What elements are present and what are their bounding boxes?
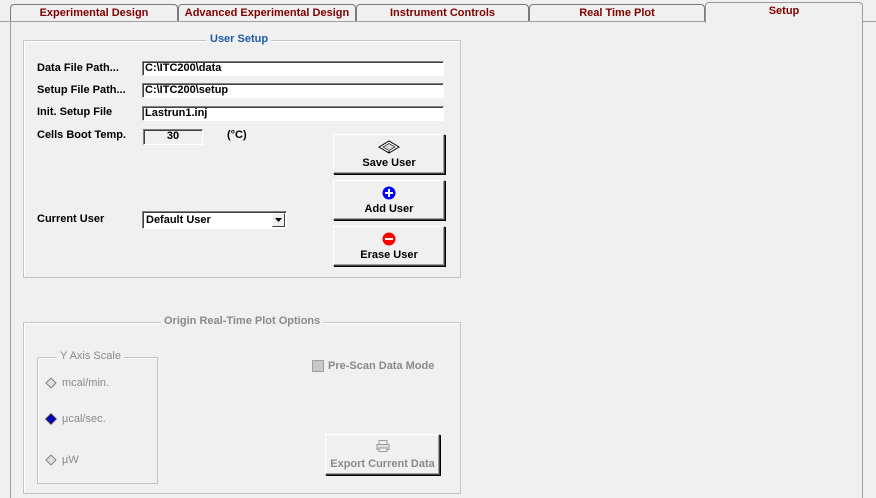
add-user-button[interactable]: Add User	[333, 180, 445, 220]
save-user-label: Save User	[362, 157, 416, 169]
data-path-label: Data File Path...	[37, 62, 119, 74]
tab-instrument-controls[interactable]: Instrument Controls	[356, 4, 529, 21]
setup-path-label: Setup File Path...	[37, 84, 126, 96]
init-setup-file-field[interactable]: Lastrun1.inj	[142, 106, 444, 121]
radio-uw[interactable]: µW	[45, 454, 79, 466]
radio-ucal-sec-label: µcal/sec.	[62, 413, 106, 425]
radio-indicator	[45, 454, 57, 466]
plot-options-title: Origin Real-Time Plot Options	[161, 315, 324, 327]
radio-mcal-min[interactable]: mcal/min.	[45, 377, 109, 389]
minus-circle-icon	[334, 232, 444, 246]
boot-temp-unit: (°C)	[227, 129, 247, 141]
tab-experimental-design[interactable]: Experimental Design	[10, 4, 178, 21]
y-axis-scale-title: Y Axis Scale	[57, 350, 124, 362]
user-setup-title: User Setup	[207, 33, 272, 45]
tab-setup[interactable]: Setup	[705, 2, 863, 23]
export-current-data-button[interactable]: Export Current Data	[325, 434, 440, 475]
save-user-button[interactable]: Save User	[333, 134, 445, 174]
tab-real-time-plot[interactable]: Real Time Plot	[529, 4, 705, 21]
add-user-label: Add User	[364, 203, 414, 215]
printer-icon	[326, 440, 439, 452]
erase-user-label: Erase User	[360, 249, 418, 261]
current-user-select[interactable]: Default User	[142, 211, 287, 229]
tab-bar: Experimental Design Advanced Experimenta…	[0, 0, 876, 23]
radio-ucal-sec[interactable]: µcal/sec.	[45, 413, 106, 425]
prescan-checkbox[interactable]	[312, 360, 324, 372]
radio-indicator-selected	[45, 413, 57, 425]
current-user-label: Current User	[37, 213, 105, 225]
diskette-icon	[334, 140, 444, 154]
boot-temp-label: Cells Boot Temp.	[37, 129, 127, 141]
setup-path-field[interactable]: C:\ITC200\setup	[142, 83, 444, 98]
boot-temp-field[interactable]: 30	[143, 129, 203, 145]
radio-uw-label: µW	[62, 454, 79, 466]
radio-mcal-min-label: mcal/min.	[62, 377, 110, 389]
radio-indicator	[45, 377, 57, 389]
chevron-down-icon[interactable]	[272, 213, 285, 227]
erase-user-button[interactable]: Erase User	[333, 226, 445, 266]
plus-circle-icon	[334, 186, 444, 200]
prescan-label: Pre-Scan Data Mode	[328, 360, 435, 372]
current-user-value: Default User	[146, 214, 211, 226]
export-current-data-label: Export Current Data	[330, 458, 435, 470]
init-setup-file-label: Init. Setup File	[37, 106, 113, 118]
tab-advanced-experimental-design[interactable]: Advanced Experimental Design	[178, 4, 356, 21]
data-path-field[interactable]: C:\ITC200\data	[142, 61, 444, 76]
